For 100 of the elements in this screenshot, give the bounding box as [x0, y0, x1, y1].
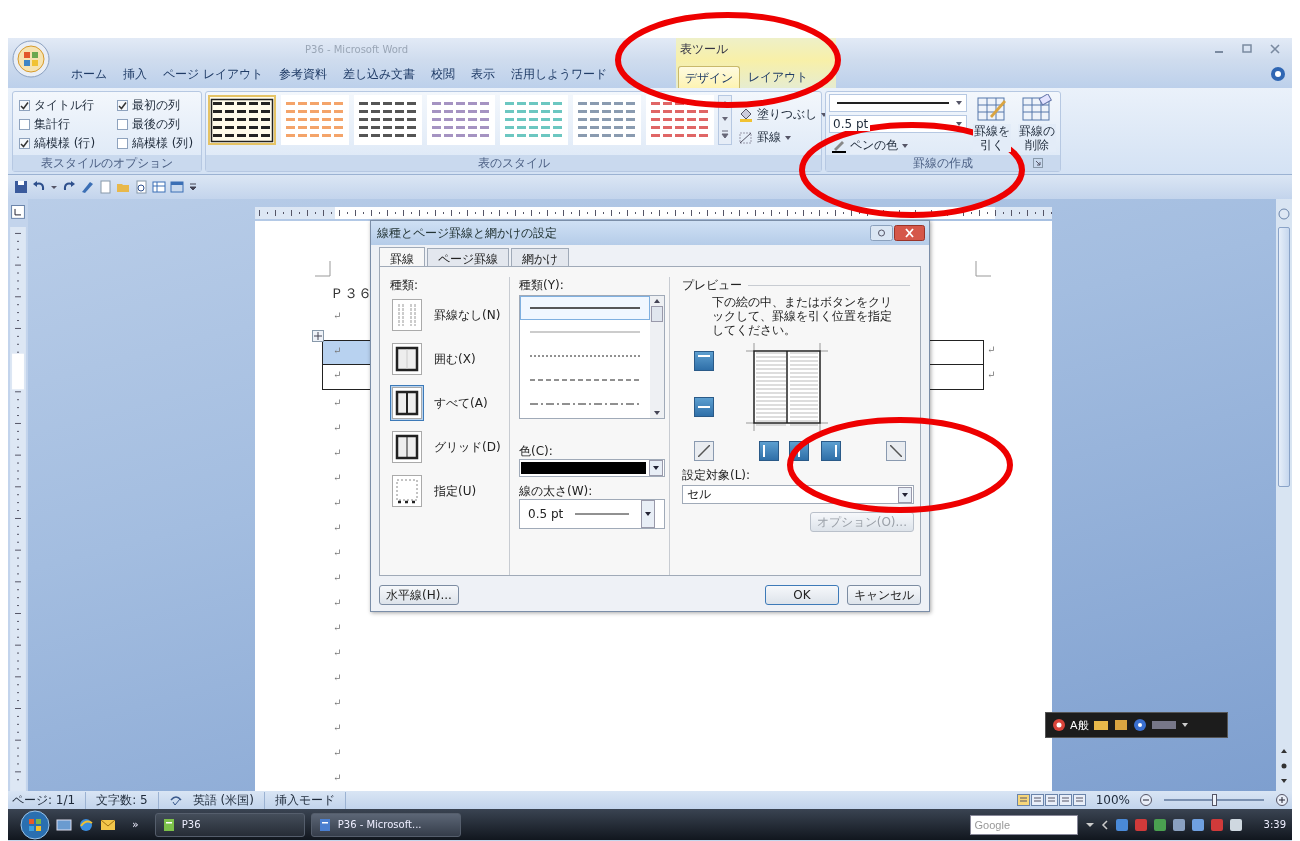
pen-color-button[interactable]: ペンの色: [829, 136, 968, 155]
dialog-tab[interactable]: ページ罫線: [427, 248, 509, 266]
taskbar-button[interactable]: P36: [154, 812, 305, 837]
option-label: グリッド(D): [434, 438, 501, 456]
checkbox[interactable]: [117, 138, 128, 149]
scrollbar-thumb[interactable]: [651, 306, 663, 322]
browse-object-icon[interactable]: [1279, 761, 1289, 771]
taskbar-button[interactable]: P36 - Microsoft...: [310, 812, 461, 837]
desktop-icon[interactable]: [56, 816, 72, 833]
checkbox[interactable]: [19, 138, 30, 149]
line-sample-icon: [530, 329, 640, 335]
view-icon[interactable]: [1044, 794, 1058, 806]
help-icon[interactable]: [1132, 718, 1147, 732]
border-toggle-button[interactable]: [694, 441, 714, 461]
zoom-level[interactable]: 100%: [1095, 793, 1130, 807]
table-move-handle-icon[interactable]: [312, 330, 324, 342]
browser-icon[interactable]: [78, 816, 94, 833]
horizontal-line-button[interactable]: 水平線(H)...: [379, 585, 459, 605]
dialog-tab[interactable]: 網かけ: [511, 248, 569, 266]
border-setting-button[interactable]: [390, 429, 424, 465]
ribbon-tab[interactable]: ページ レイアウト: [157, 63, 269, 85]
eraser-button[interactable]: 罫線の削除: [1016, 94, 1057, 155]
border-setting-button[interactable]: [390, 385, 424, 421]
slider-thumb[interactable]: [1212, 794, 1217, 806]
ribbon-tab[interactable]: レイアウト: [742, 66, 814, 88]
dialog-tab[interactable]: 罫線: [379, 247, 425, 266]
line-width-dropdown[interactable]: 0.5 pt: [519, 499, 665, 529]
pencil-icon[interactable]: [80, 180, 94, 194]
line-sample-icon: [530, 353, 640, 359]
color-dropdown[interactable]: [519, 459, 665, 477]
checkbox[interactable]: [19, 119, 30, 130]
border-line-icon: [698, 355, 710, 357]
close-button[interactable]: [894, 225, 925, 241]
overflow-chevron[interactable]: »: [132, 818, 139, 831]
view-icon[interactable]: [1016, 794, 1030, 806]
ribbon-tab[interactable]: 参考資料: [272, 63, 333, 85]
help-button[interactable]: [870, 225, 893, 241]
apply-to-dropdown[interactable]: セル: [682, 485, 914, 504]
tool-icon[interactable]: [1112, 718, 1129, 732]
view-icon[interactable]: [1072, 794, 1086, 806]
close-icon[interactable]: [1268, 43, 1282, 55]
checkbox[interactable]: [117, 119, 128, 130]
border-toggle-button[interactable]: [694, 351, 714, 371]
proofing-icon[interactable]: [168, 794, 183, 806]
ribbon-tab[interactable]: 表示: [464, 63, 501, 85]
ribbon-tab[interactable]: 活用しようワード: [504, 63, 613, 85]
tray-icon[interactable]: [1189, 816, 1206, 833]
draw-table-button[interactable]: 罫線を引く: [971, 94, 1013, 155]
crop-mark: [315, 261, 331, 277]
line-style-option[interactable]: [520, 296, 650, 320]
tray-icon[interactable]: [1151, 816, 1168, 833]
ribbon-tab[interactable]: 差し込み文書: [336, 63, 421, 85]
window-icon[interactable]: [170, 180, 184, 194]
checkbox[interactable]: [117, 100, 128, 111]
view-icon[interactable]: [1058, 794, 1072, 806]
field-label: 種類(Y):: [519, 277, 565, 293]
border-icon: [738, 130, 754, 145]
vertical-scrollbar[interactable]: [1276, 199, 1292, 791]
ribbon-tab[interactable]: 校閲: [424, 63, 461, 85]
ok-button[interactable]: OK: [765, 585, 839, 605]
scrollbar[interactable]: [650, 296, 664, 418]
print-preview-icon[interactable]: [134, 180, 148, 194]
ribbon-tab[interactable]: ホーム: [65, 63, 113, 85]
border-toggle-button[interactable]: [886, 441, 906, 461]
status-item[interactable]: 文字数: 5: [96, 791, 159, 809]
view-icon[interactable]: [1030, 794, 1044, 806]
table-style-thumbnail[interactable]: [210, 97, 274, 143]
input-mode-indicator[interactable]: A般: [1070, 717, 1089, 733]
ribbon-tab[interactable]: デザイン: [678, 66, 740, 88]
ribbon-tab[interactable]: 挿入: [117, 63, 153, 85]
border-toggle-button[interactable]: [759, 441, 779, 461]
start-button[interactable]: [20, 809, 50, 840]
line-style-dropdown[interactable]: [829, 94, 968, 112]
ime-icon[interactable]: [1150, 718, 1177, 732]
border-toggle-button[interactable]: [821, 441, 841, 461]
border-toggle-button[interactable]: [694, 397, 714, 417]
border-setting-button[interactable]: [390, 341, 424, 377]
paragraph-mark: ↵: [333, 672, 342, 683]
dictionary-icon[interactable]: [1092, 718, 1109, 732]
search-field[interactable]: Google: [969, 814, 1078, 835]
save-icon[interactable]: [14, 180, 28, 194]
status-item[interactable]: 挿入モード: [274, 791, 346, 809]
ruler-toggle-icon[interactable]: [11, 205, 25, 219]
clock[interactable]: 3:39: [1263, 819, 1286, 830]
scrollbar-thumb[interactable]: [1278, 227, 1290, 487]
status-item[interactable]: 英語 (米国): [192, 791, 265, 809]
cancel-button[interactable]: キャンセル: [847, 585, 921, 605]
tray-icon[interactable]: [1227, 816, 1244, 833]
row-end-mark: ↵: [986, 368, 996, 382]
dialog-launcher-icon[interactable]: [1033, 158, 1043, 168]
row-end-mark: ↵: [986, 343, 996, 357]
input-icon[interactable]: [1052, 718, 1066, 732]
tray-icon[interactable]: [1170, 816, 1187, 833]
zoom-in-icon[interactable]: [1276, 794, 1288, 806]
zoom-out-icon[interactable]: [1140, 794, 1152, 806]
paragraph-mark: ↵: [333, 447, 342, 458]
tray-icon[interactable]: [1113, 816, 1130, 833]
status-item[interactable]: ページ: 1/1: [12, 791, 87, 809]
checkbox[interactable]: [19, 100, 30, 111]
checkmark-icon: [20, 101, 29, 110]
